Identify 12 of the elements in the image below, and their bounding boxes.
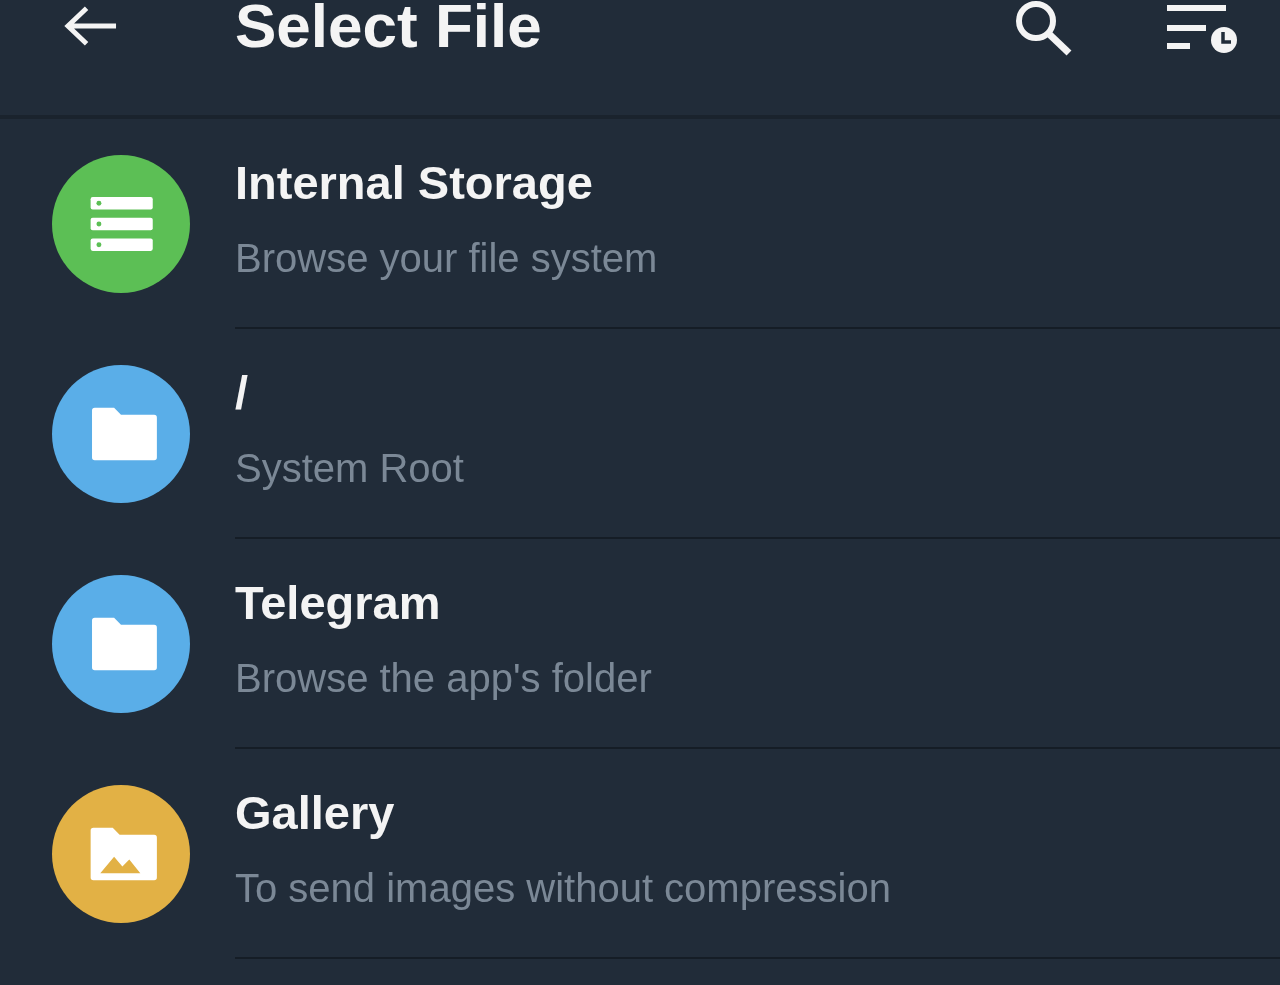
sort-by-time-icon[interactable] bbox=[1167, 3, 1237, 53]
location-description: System Root bbox=[235, 445, 464, 492]
location-title[interactable]: Internal Storage bbox=[235, 155, 593, 211]
location-title[interactable]: Gallery bbox=[235, 785, 395, 841]
location-description: Browse the app's folder bbox=[235, 655, 652, 702]
location-title[interactable]: / bbox=[235, 365, 249, 421]
location-title[interactable]: Telegram bbox=[235, 575, 441, 631]
back-arrow-icon[interactable] bbox=[63, 5, 118, 47]
screen-title: Select File bbox=[235, 0, 542, 55]
location-description: To send images without compression bbox=[235, 865, 891, 912]
location-description: Browse your file system bbox=[235, 235, 658, 282]
search-icon[interactable] bbox=[1015, 0, 1073, 56]
